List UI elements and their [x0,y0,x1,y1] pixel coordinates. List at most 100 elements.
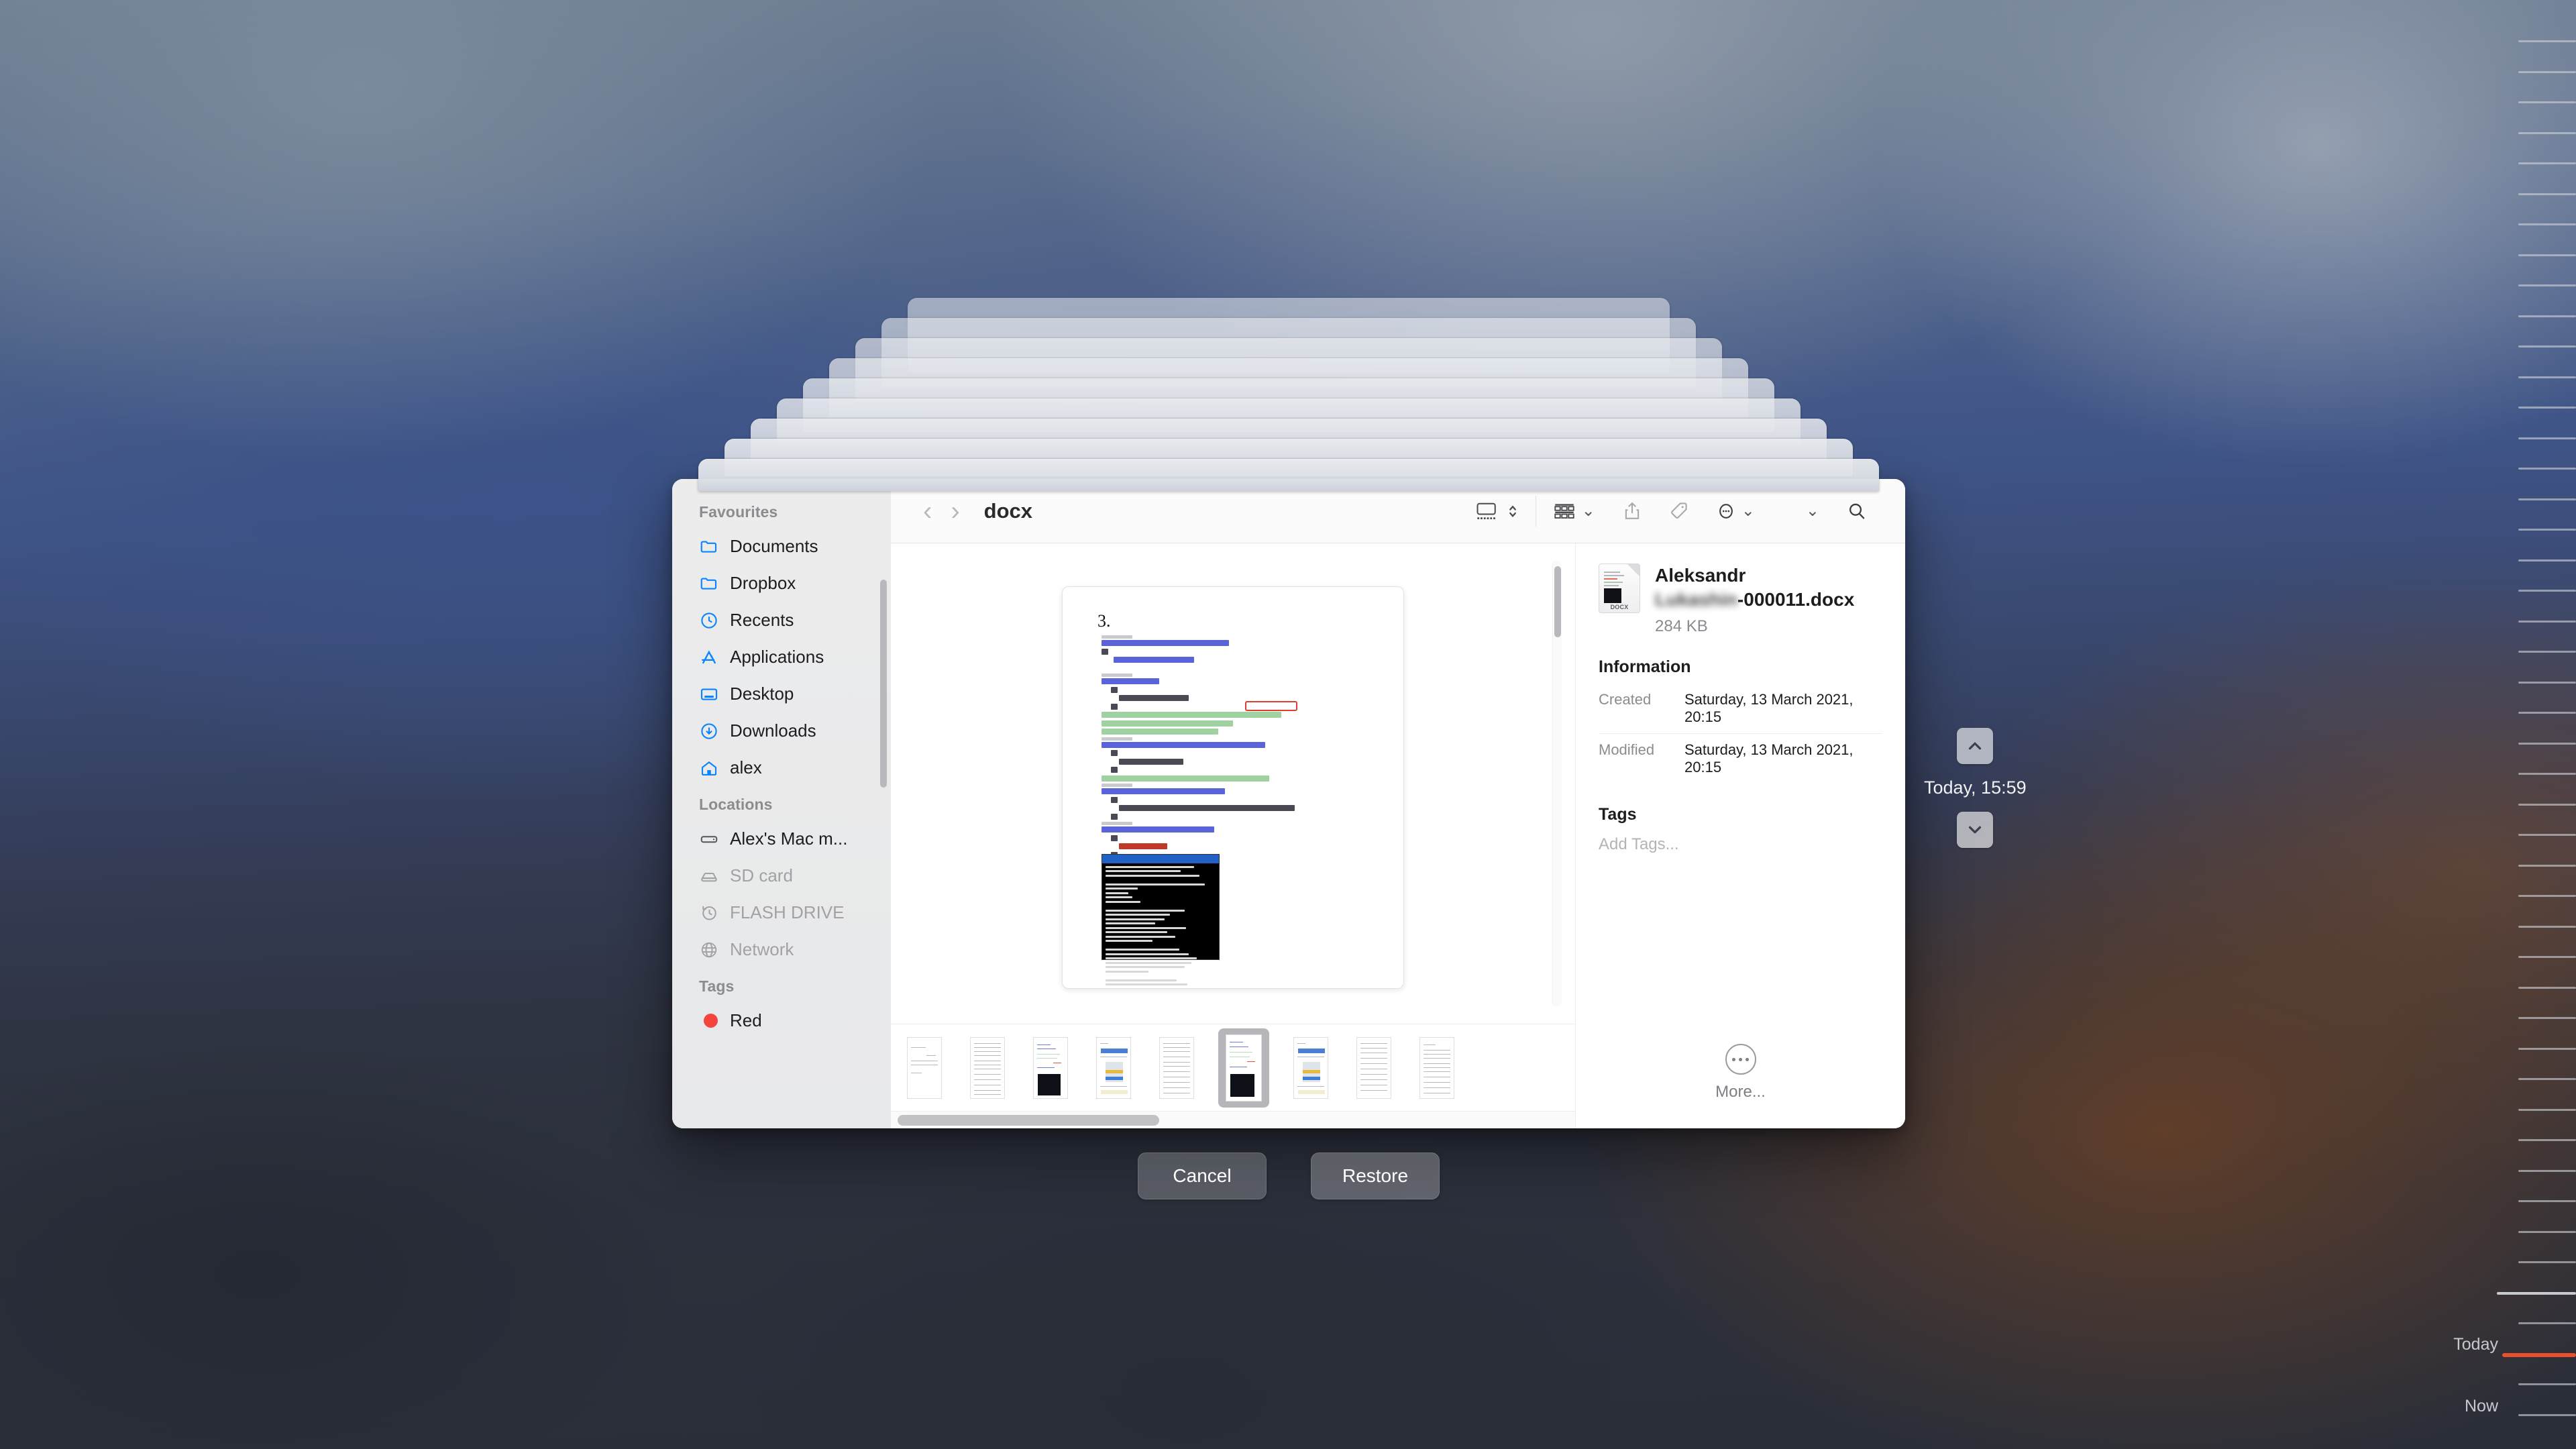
sidebar-item-sd-card[interactable]: SD card [672,857,891,894]
thumbnail-item[interactable] [966,1032,1009,1104]
timeline-tick[interactable] [2518,101,2576,103]
add-tags-field[interactable]: Add Tags... [1599,835,1882,854]
timeline-tick[interactable] [2518,804,2576,806]
folder-icon [699,574,719,594]
timeline-tick[interactable] [2518,254,2576,256]
timeline-tick[interactable] [2518,1261,2576,1263]
timeline-tick[interactable] [2518,376,2576,378]
timeline-tick[interactable] [2518,345,2576,347]
sidebar-item-alex[interactable]: alex [672,749,891,786]
timeline-tick[interactable] [2518,407,2576,409]
timeline-tick[interactable] [2518,773,2576,775]
thumbnail-item[interactable] [1415,1032,1458,1104]
filmstrip-scrollbar-thumb[interactable] [898,1115,1159,1126]
sidebar-item-tag-red[interactable]: Red [672,1002,891,1039]
timeline-tick[interactable] [2518,1139,2576,1141]
tag-button[interactable] [1656,500,1703,522]
timeline-tick[interactable] [2518,1414,2576,1416]
timeline-tick[interactable] [2518,590,2576,592]
timeline-tick[interactable] [2518,1109,2576,1111]
timeline-tick[interactable] [2518,1200,2576,1202]
timeline-tick[interactable] [2518,1078,2576,1080]
timeline-tick[interactable] [2518,865,2576,867]
thumbnail-item[interactable] [1029,1032,1072,1104]
timeline-label-now: Now [2464,1397,2498,1415]
timeline-tick[interactable] [2518,437,2576,439]
preview-scrollbar-thumb[interactable] [1554,566,1561,637]
share-button[interactable] [1609,500,1656,522]
gallery-view-button[interactable] [1462,501,1533,521]
timeline-tick[interactable] [2518,315,2576,317]
timeline-tick[interactable] [2518,71,2576,73]
timeline-tick[interactable] [2518,193,2576,195]
sidebar-item-desktop[interactable]: Desktop [672,676,891,712]
thumbnail-item[interactable] [1352,1032,1395,1104]
timeline-tick-active[interactable] [2502,1353,2576,1357]
thumbnail-item-selected[interactable] [1218,1028,1269,1108]
code-annotation-box [1245,701,1297,711]
more-actions-button[interactable]: ⌄ [1703,500,1768,522]
sidebar-scrollbar[interactable] [880,580,887,788]
timeline-tick[interactable] [2518,956,2576,958]
timeline-tick[interactable] [2518,834,2576,836]
more-info-button[interactable]: More... [1599,1044,1882,1128]
timeline-tick[interactable] [2518,1048,2576,1050]
snapshot-previous-button[interactable] [1957,728,1994,764]
timeline-tick[interactable] [2497,1292,2576,1295]
sidebar-item-applications[interactable]: Applications [672,639,891,676]
timeline-tick[interactable] [2518,559,2576,561]
sidebar-item-dropbox[interactable]: Dropbox [672,565,891,602]
search-button[interactable] [1833,500,1881,522]
page-thumbnail-filmstrip[interactable] [891,1024,1575,1111]
snapshot-next-button[interactable] [1957,812,1994,848]
timeline-tick[interactable] [2518,529,2576,531]
thumbnail-item[interactable] [1092,1032,1135,1104]
sidebar-item-flash-drive[interactable]: FLASH DRIVE [672,894,891,931]
file-kind-badge: DOCX [1610,604,1629,610]
time-machine-timeline[interactable]: Today Now [2453,0,2576,1449]
thumbnail-item[interactable] [903,1032,946,1104]
sidebar-item-label: Red [730,1010,762,1030]
timeline-tick[interactable] [2518,621,2576,623]
forward-button[interactable]: › [941,498,969,525]
timeline-tick[interactable] [2518,284,2576,286]
timeline-tick[interactable] [2518,926,2576,928]
back-button[interactable]: ‹ [914,498,941,525]
timeline-tick[interactable] [2518,498,2576,500]
sidebar-item-downloads[interactable]: Downloads [672,712,891,749]
timeline-tick[interactable] [2518,895,2576,897]
document-preview-area[interactable]: 3. [891,543,1575,1024]
sidebar-item-label: Desktop [730,684,794,704]
sidebar-item-network[interactable]: Network [672,931,891,968]
filmstrip-scrollbar[interactable] [891,1111,1575,1128]
timeline-label-today: Today [2453,1335,2498,1354]
cancel-button[interactable]: Cancel [1138,1152,1267,1199]
timeline-tick[interactable] [2518,651,2576,653]
timeline-tick[interactable] [2518,682,2576,684]
view-options-button[interactable]: ⌄ [1768,501,1833,521]
timeline-tick[interactable] [2518,1231,2576,1233]
sidebar-item-recents[interactable]: Recents [672,602,891,639]
sidebar-item-alexs-mac-mini[interactable]: Alex's Mac m... [672,820,891,857]
timeline-tick[interactable] [2518,987,2576,989]
thumbnail-item[interactable] [1289,1032,1332,1104]
timeline-tick[interactable] [2518,712,2576,714]
timeline-tick[interactable] [2518,1383,2576,1385]
timeline-tick[interactable] [2518,223,2576,225]
arrange-by-button[interactable]: ⌄ [1539,501,1609,521]
timeline-tick[interactable] [2518,1170,2576,1172]
snapshot-window-layer[interactable] [698,459,1879,491]
timeline-tick[interactable] [2518,1017,2576,1019]
thumbnail-item[interactable] [1155,1032,1198,1104]
preview-scrollbar[interactable] [1552,561,1562,1006]
desktop-icon [699,684,719,704]
timeline-tick[interactable] [2518,468,2576,470]
timeline-tick[interactable] [2518,1322,2576,1324]
restore-button[interactable]: Restore [1311,1152,1440,1199]
timeline-tick[interactable] [2518,40,2576,42]
sidebar-item-documents[interactable]: Documents [672,528,891,565]
timeline-tick[interactable] [2518,743,2576,745]
timeline-tick[interactable] [2518,132,2576,134]
sidebar-item-label: Applications [730,647,824,667]
timeline-tick[interactable] [2518,162,2576,164]
